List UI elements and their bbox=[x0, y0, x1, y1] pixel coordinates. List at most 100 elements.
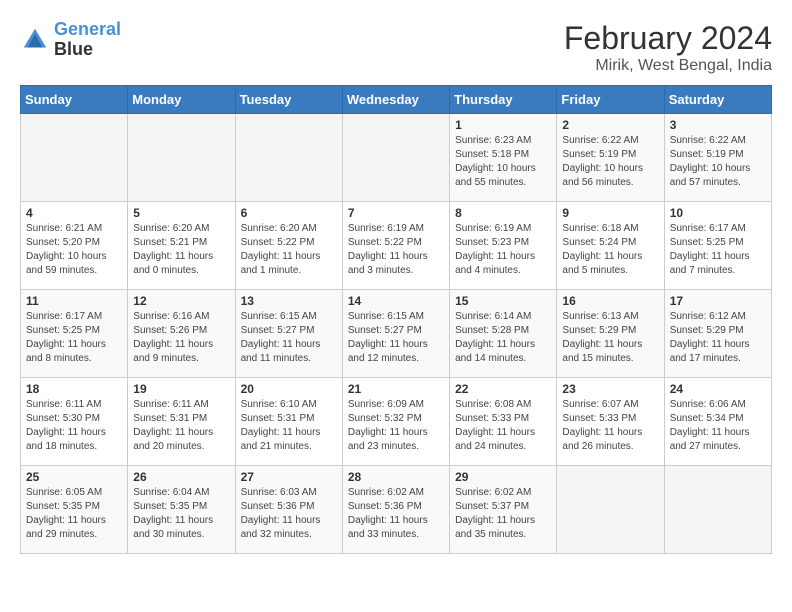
weekday-header: Thursday bbox=[450, 86, 557, 114]
weekday-header-row: SundayMondayTuesdayWednesdayThursdayFrid… bbox=[21, 86, 772, 114]
day-info: Sunrise: 6:12 AMSunset: 5:29 PMDaylight:… bbox=[670, 310, 766, 366]
logo-text: General Blue bbox=[54, 20, 121, 60]
calendar-cell: 7 Sunrise: 6:19 AMSunset: 5:22 PMDaylight… bbox=[342, 202, 449, 290]
calendar-cell: 28 Sunrise: 6:02 AMSunset: 5:36 PMDayligh… bbox=[342, 466, 449, 554]
calendar-week-row: 4 Sunrise: 6:21 AMSunset: 5:20 PMDaylight… bbox=[21, 202, 772, 290]
day-info: Sunrise: 6:17 AMSunset: 5:25 PMDaylight:… bbox=[26, 310, 122, 366]
calendar-cell: 23Sunrise: 6:07 AMSunset: 5:33 PMDayligh… bbox=[557, 378, 664, 466]
day-number: 24 bbox=[670, 382, 766, 396]
calendar-week-row: 18Sunrise: 6:11 AMSunset: 5:30 PMDayligh… bbox=[21, 378, 772, 466]
weekday-header: Friday bbox=[557, 86, 664, 114]
page-header: General Blue February 2024 Mirik, West B… bbox=[20, 20, 772, 75]
day-info: Sunrise: 6:05 AMSunset: 5:35 PMDaylight:… bbox=[26, 486, 122, 542]
day-number: 15 bbox=[455, 294, 551, 308]
day-info: Sunrise: 6:22 AMSunset: 5:19 PMDaylight:… bbox=[562, 134, 658, 190]
day-info: Sunrise: 6:15 AMSunset: 5:27 PMDaylight:… bbox=[348, 310, 444, 366]
calendar-cell: 25 Sunrise: 6:05 AMSunset: 5:35 PMDayligh… bbox=[21, 466, 128, 554]
day-number: 26 bbox=[133, 470, 229, 484]
calendar-cell: 27 Sunrise: 6:03 AMSunset: 5:36 PMDayligh… bbox=[235, 466, 342, 554]
day-number: 27 bbox=[241, 470, 337, 484]
calendar-cell: 13 Sunrise: 6:15 AMSunset: 5:27 PMDayligh… bbox=[235, 290, 342, 378]
calendar-table: SundayMondayTuesdayWednesdayThursdayFrid… bbox=[20, 85, 772, 554]
day-info: Sunrise: 6:03 AMSunset: 5:36 PMDaylight:… bbox=[241, 486, 337, 542]
calendar-cell: 15Sunrise: 6:14 AMSunset: 5:28 PMDayligh… bbox=[450, 290, 557, 378]
day-number: 13 bbox=[241, 294, 337, 308]
day-info: Sunrise: 6:06 AMSunset: 5:34 PMDaylight:… bbox=[670, 398, 766, 454]
day-number: 6 bbox=[241, 206, 337, 220]
day-number: 3 bbox=[670, 118, 766, 132]
day-info: Sunrise: 6:08 AMSunset: 5:33 PMDaylight:… bbox=[455, 398, 551, 454]
day-number: 4 bbox=[26, 206, 122, 220]
weekday-header: Saturday bbox=[664, 86, 771, 114]
day-number: 11 bbox=[26, 294, 122, 308]
logo: General Blue bbox=[20, 20, 121, 60]
calendar-cell: 18Sunrise: 6:11 AMSunset: 5:30 PMDayligh… bbox=[21, 378, 128, 466]
calendar-cell: 2 Sunrise: 6:22 AMSunset: 5:19 PMDaylight… bbox=[557, 114, 664, 202]
calendar-cell: 4 Sunrise: 6:21 AMSunset: 5:20 PMDaylight… bbox=[21, 202, 128, 290]
calendar-cell: 5 Sunrise: 6:20 AMSunset: 5:21 PMDaylight… bbox=[128, 202, 235, 290]
calendar-cell bbox=[128, 114, 235, 202]
day-info: Sunrise: 6:17 AMSunset: 5:25 PMDaylight:… bbox=[670, 222, 766, 278]
day-number: 25 bbox=[26, 470, 122, 484]
weekday-header: Tuesday bbox=[235, 86, 342, 114]
day-info: Sunrise: 6:19 AMSunset: 5:22 PMDaylight:… bbox=[348, 222, 444, 278]
title-area: February 2024 Mirik, West Bengal, India bbox=[564, 20, 772, 75]
subtitle: Mirik, West Bengal, India bbox=[564, 57, 772, 75]
calendar-cell: 6 Sunrise: 6:20 AMSunset: 5:22 PMDaylight… bbox=[235, 202, 342, 290]
day-info: Sunrise: 6:11 AMSunset: 5:31 PMDaylight:… bbox=[133, 398, 229, 454]
calendar-cell: 24 Sunrise: 6:06 AMSunset: 5:34 PMDayligh… bbox=[664, 378, 771, 466]
day-number: 14 bbox=[348, 294, 444, 308]
calendar-cell bbox=[664, 466, 771, 554]
day-info: Sunrise: 6:09 AMSunset: 5:32 PMDaylight:… bbox=[348, 398, 444, 454]
day-number: 12 bbox=[133, 294, 229, 308]
calendar-cell: 3 Sunrise: 6:22 AMSunset: 5:19 PMDaylight… bbox=[664, 114, 771, 202]
day-info: Sunrise: 6:07 AMSunset: 5:33 PMDaylight:… bbox=[562, 398, 658, 454]
day-number: 17 bbox=[670, 294, 766, 308]
day-number: 28 bbox=[348, 470, 444, 484]
day-info: Sunrise: 6:10 AMSunset: 5:31 PMDaylight:… bbox=[241, 398, 337, 454]
day-number: 10 bbox=[670, 206, 766, 220]
day-info: Sunrise: 6:15 AMSunset: 5:27 PMDaylight:… bbox=[241, 310, 337, 366]
calendar-cell: 16Sunrise: 6:13 AMSunset: 5:29 PMDayligh… bbox=[557, 290, 664, 378]
calendar-cell: 21 Sunrise: 6:09 AMSunset: 5:32 PMDayligh… bbox=[342, 378, 449, 466]
calendar-cell: 1 Sunrise: 6:23 AMSunset: 5:18 PMDaylight… bbox=[450, 114, 557, 202]
day-number: 18 bbox=[26, 382, 122, 396]
weekday-header: Wednesday bbox=[342, 86, 449, 114]
calendar-cell: 17 Sunrise: 6:12 AMSunset: 5:29 PMDayligh… bbox=[664, 290, 771, 378]
calendar-cell: 29Sunrise: 6:02 AMSunset: 5:37 PMDayligh… bbox=[450, 466, 557, 554]
calendar-cell: 9Sunrise: 6:18 AMSunset: 5:24 PMDaylight… bbox=[557, 202, 664, 290]
calendar-cell bbox=[342, 114, 449, 202]
day-number: 21 bbox=[348, 382, 444, 396]
day-number: 22 bbox=[455, 382, 551, 396]
day-info: Sunrise: 6:02 AMSunset: 5:36 PMDaylight:… bbox=[348, 486, 444, 542]
day-info: Sunrise: 6:04 AMSunset: 5:35 PMDaylight:… bbox=[133, 486, 229, 542]
day-number: 20 bbox=[241, 382, 337, 396]
calendar-cell bbox=[21, 114, 128, 202]
day-number: 5 bbox=[133, 206, 229, 220]
calendar-cell: 8Sunrise: 6:19 AMSunset: 5:23 PMDaylight… bbox=[450, 202, 557, 290]
day-number: 7 bbox=[348, 206, 444, 220]
day-info: Sunrise: 6:20 AMSunset: 5:22 PMDaylight:… bbox=[241, 222, 337, 278]
day-number: 2 bbox=[562, 118, 658, 132]
day-info: Sunrise: 6:02 AMSunset: 5:37 PMDaylight:… bbox=[455, 486, 551, 542]
calendar-cell: 11 Sunrise: 6:17 AMSunset: 5:25 PMDayligh… bbox=[21, 290, 128, 378]
calendar-cell bbox=[557, 466, 664, 554]
calendar-cell: 20 Sunrise: 6:10 AMSunset: 5:31 PMDayligh… bbox=[235, 378, 342, 466]
day-info: Sunrise: 6:22 AMSunset: 5:19 PMDaylight:… bbox=[670, 134, 766, 190]
calendar-week-row: 11 Sunrise: 6:17 AMSunset: 5:25 PMDayligh… bbox=[21, 290, 772, 378]
calendar-cell: 12Sunrise: 6:16 AMSunset: 5:26 PMDayligh… bbox=[128, 290, 235, 378]
calendar-cell: 10 Sunrise: 6:17 AMSunset: 5:25 PMDayligh… bbox=[664, 202, 771, 290]
calendar-cell: 14 Sunrise: 6:15 AMSunset: 5:27 PMDayligh… bbox=[342, 290, 449, 378]
main-title: February 2024 bbox=[564, 20, 772, 57]
calendar-week-row: 1 Sunrise: 6:23 AMSunset: 5:18 PMDaylight… bbox=[21, 114, 772, 202]
logo-icon bbox=[20, 25, 50, 55]
day-number: 1 bbox=[455, 118, 551, 132]
day-number: 19 bbox=[133, 382, 229, 396]
day-info: Sunrise: 6:19 AMSunset: 5:23 PMDaylight:… bbox=[455, 222, 551, 278]
day-info: Sunrise: 6:20 AMSunset: 5:21 PMDaylight:… bbox=[133, 222, 229, 278]
calendar-cell: 22 Sunrise: 6:08 AMSunset: 5:33 PMDayligh… bbox=[450, 378, 557, 466]
day-number: 16 bbox=[562, 294, 658, 308]
weekday-header: Sunday bbox=[21, 86, 128, 114]
day-info: Sunrise: 6:23 AMSunset: 5:18 PMDaylight:… bbox=[455, 134, 551, 190]
day-info: Sunrise: 6:21 AMSunset: 5:20 PMDaylight:… bbox=[26, 222, 122, 278]
